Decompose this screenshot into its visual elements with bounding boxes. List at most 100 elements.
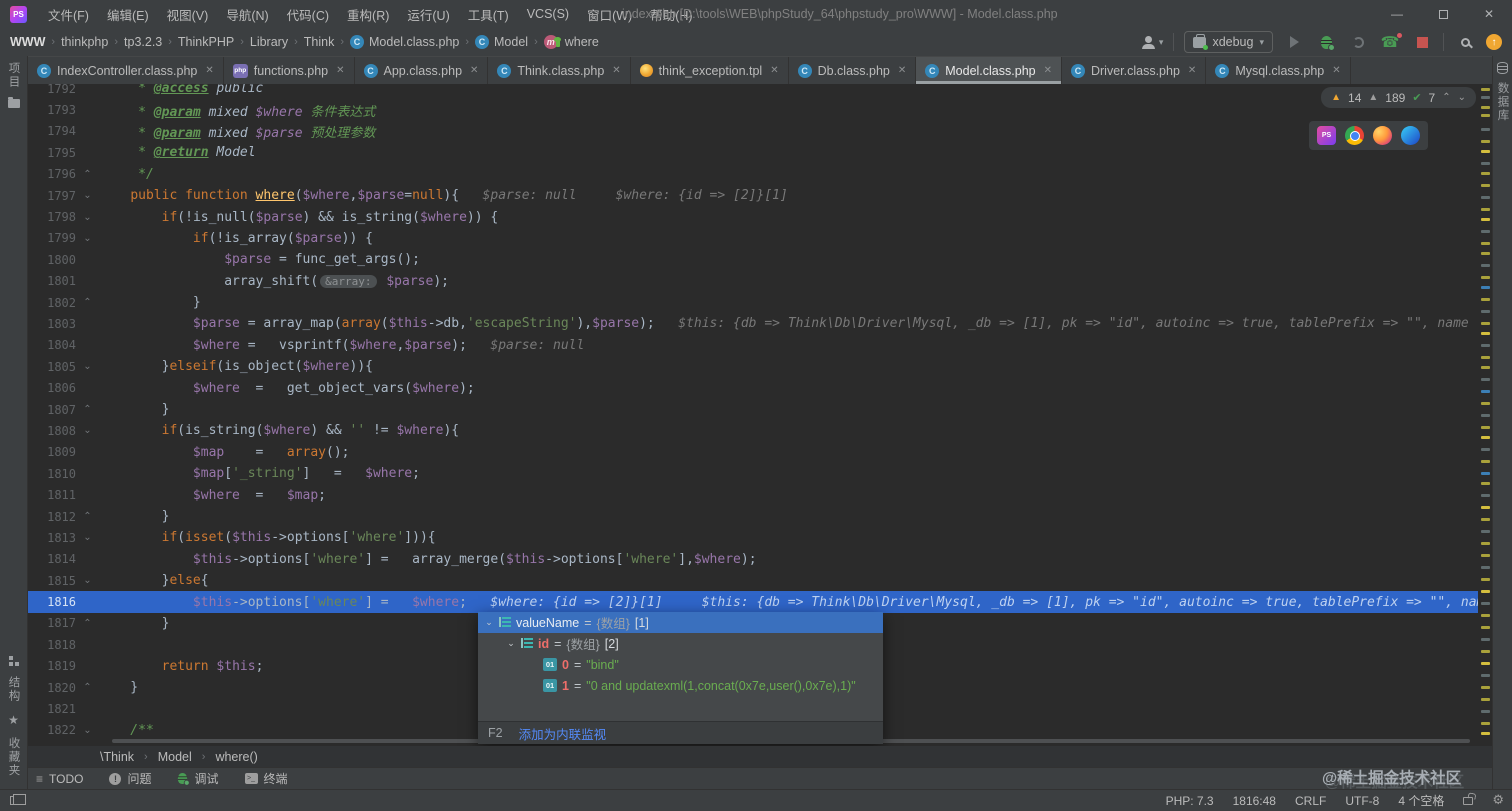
inspection-mark[interactable] <box>1481 710 1490 713</box>
inspection-mark[interactable] <box>1481 344 1490 347</box>
line-number[interactable]: 1810 <box>28 467 76 481</box>
line-number[interactable]: 1799 <box>28 231 76 245</box>
line-number[interactable]: 1795 <box>28 146 76 160</box>
line-number[interactable]: 1806 <box>28 381 76 395</box>
fold-marker[interactable]: ⌄ <box>76 212 99 223</box>
line-number[interactable]: 1812 <box>28 510 76 524</box>
coverage-button[interactable] <box>1347 31 1369 53</box>
inspection-mark[interactable] <box>1481 332 1490 335</box>
code-editor[interactable]: 1792 * @access public 1793 * @param mixed… <box>28 84 1492 746</box>
menu-item-T[interactable]: 工具(T) <box>459 0 518 28</box>
breadcrumb-item[interactable]: tp3.2.3 <box>122 35 164 49</box>
status-item[interactable]: PHP: 7.3 <box>1166 794 1214 808</box>
line-number[interactable]: 1813 <box>28 531 76 545</box>
tab-close-icon[interactable]: ✕ <box>1332 65 1340 76</box>
inspection-mark[interactable] <box>1481 402 1490 405</box>
inspection-mark[interactable] <box>1481 128 1490 131</box>
tab-close-icon[interactable]: ✕ <box>205 65 213 76</box>
inspection-mark[interactable] <box>1481 298 1490 301</box>
inspection-mark[interactable] <box>1481 252 1490 255</box>
breadcrumb-item[interactable]: thinkphp <box>59 35 110 49</box>
inspection-mark[interactable] <box>1481 518 1490 521</box>
line-number[interactable]: 1808 <box>28 424 76 438</box>
fold-marker[interactable]: ⌃ <box>76 682 99 693</box>
inspection-mark[interactable] <box>1481 426 1490 429</box>
search-everywhere-button[interactable] <box>1454 31 1476 53</box>
editor-breadcrumb-item[interactable]: \Think <box>100 750 134 764</box>
inspection-mark[interactable] <box>1481 698 1490 701</box>
inspection-mark[interactable] <box>1481 566 1490 569</box>
inspection-mark[interactable] <box>1481 172 1490 175</box>
add-inline-watch-link[interactable]: 添加为内联监视 <box>519 724 607 743</box>
line-number[interactable]: 1809 <box>28 445 76 459</box>
line-number[interactable]: 1822 <box>28 723 76 737</box>
line-number[interactable]: 1801 <box>28 274 76 288</box>
fold-marker[interactable]: ⌄ <box>76 532 99 543</box>
inspection-mark[interactable] <box>1481 554 1490 557</box>
tab-think_exception.tpl[interactable]: think_exception.tpl ✕ <box>631 57 789 84</box>
inspection-mark[interactable] <box>1481 482 1490 485</box>
fold-marker[interactable]: ⌃ <box>76 169 99 180</box>
tab-Db.class.php[interactable]: C Db.class.php ✕ <box>789 57 917 84</box>
fold-marker[interactable]: ⌄ <box>76 575 99 586</box>
fold-marker[interactable]: ⌃ <box>76 511 99 522</box>
tab-close-icon[interactable]: ✕ <box>770 65 778 76</box>
tab-functions.php[interactable]: php functions.php ✕ <box>224 57 355 84</box>
variable-row[interactable]: ⌄ id = {数组} [2] <box>478 633 883 654</box>
inspection-mark[interactable] <box>1481 286 1490 289</box>
toolwindow-button-终端[interactable]: >_ 终端 <box>244 770 288 787</box>
phpstorm-preview-icon[interactable]: PS <box>1317 126 1336 145</box>
inspection-mark[interactable] <box>1481 436 1490 439</box>
fold-marker[interactable]: ⌄ <box>76 233 99 244</box>
menu-item-VCSS[interactable]: VCS(S) <box>518 0 578 28</box>
status-item[interactable]: 1816:48 <box>1233 794 1276 808</box>
menu-item-F[interactable]: 文件(F) <box>39 0 98 28</box>
tab-IndexController.class.php[interactable]: C IndexController.class.php ✕ <box>28 57 224 84</box>
tab-close-icon[interactable]: ✕ <box>1188 65 1196 76</box>
error-stripe-scrollbar[interactable] <box>1478 84 1492 746</box>
line-number[interactable]: 1820 <box>28 681 76 695</box>
fold-marker[interactable]: ⌄ <box>76 361 99 372</box>
inspection-mark[interactable] <box>1481 662 1490 665</box>
inspection-mark[interactable] <box>1481 638 1490 641</box>
toolwindow-button-问题[interactable]: ! 问题 <box>109 770 151 787</box>
breadcrumb-item[interactable]: C Model <box>473 35 530 49</box>
line-number[interactable]: 1815 <box>28 574 76 588</box>
inspection-mark[interactable] <box>1481 686 1490 689</box>
breadcrumb-item[interactable]: ThinkPHP <box>176 35 236 49</box>
inspection-mark[interactable] <box>1481 230 1490 233</box>
line-number[interactable]: 1803 <box>28 317 76 331</box>
inspection-mark[interactable] <box>1481 106 1490 109</box>
inspection-mark[interactable] <box>1481 732 1490 735</box>
inspection-mark[interactable] <box>1481 242 1490 245</box>
firefox-icon[interactable] <box>1373 126 1392 145</box>
breadcrumb-item[interactable]: C Model.class.php <box>348 35 461 49</box>
line-number[interactable]: 1816 <box>28 595 76 609</box>
expand-chevron-icon[interactable]: ⌄ <box>506 639 516 649</box>
inspection-mark[interactable] <box>1481 626 1490 629</box>
inspection-mark[interactable] <box>1481 96 1490 99</box>
inspection-mark[interactable] <box>1481 414 1490 417</box>
inspection-mark[interactable] <box>1481 162 1490 165</box>
inspection-mark[interactable] <box>1481 322 1490 325</box>
menu-item-N[interactable]: 导航(N) <box>217 0 277 28</box>
menu-item-R[interactable]: 重构(R) <box>338 0 398 28</box>
tool-stripe-project[interactable]: 项目 <box>6 62 22 89</box>
prev-issue-button[interactable]: ⌃ <box>1442 92 1450 103</box>
close-button[interactable]: ✕ <box>1466 0 1512 28</box>
variable-row[interactable]: 01 0 = "bind" <box>478 654 883 675</box>
inspection-mark[interactable] <box>1481 140 1490 143</box>
inspection-mark[interactable] <box>1481 276 1490 279</box>
status-item[interactable]: 4 个空格 <box>1398 792 1444 809</box>
inspection-mark[interactable] <box>1481 366 1490 369</box>
inspection-mark[interactable] <box>1481 448 1490 451</box>
tab-close-icon[interactable]: ✕ <box>470 65 478 76</box>
line-number[interactable]: 1814 <box>28 552 76 566</box>
inspection-mark[interactable] <box>1481 208 1490 211</box>
inspection-mark[interactable] <box>1481 494 1490 497</box>
fold-marker[interactable]: ⌄ <box>76 725 99 736</box>
editor-breadcrumb-item[interactable]: Model <box>158 750 192 764</box>
fold-marker[interactable]: ⌃ <box>76 404 99 415</box>
line-number[interactable]: 1819 <box>28 659 76 673</box>
expand-chevron-icon[interactable]: ⌄ <box>484 618 494 628</box>
